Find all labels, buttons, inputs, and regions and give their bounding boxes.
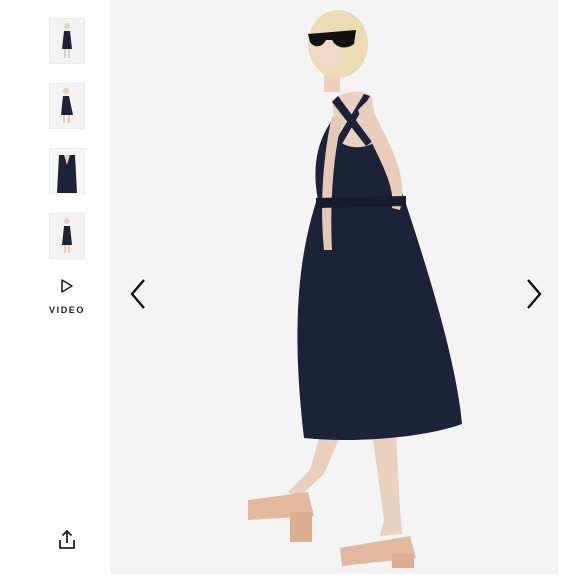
- next-image-button[interactable]: [520, 276, 548, 312]
- thumbnail-1[interactable]: [49, 18, 85, 64]
- chevron-right-icon: [520, 279, 548, 316]
- thumbnail-4[interactable]: [49, 213, 85, 259]
- model-photo: [248, 10, 462, 568]
- thumbnail-2[interactable]: [49, 83, 85, 129]
- play-outline-icon: [60, 278, 74, 299]
- thumbnail-rail: VIDEO: [0, 0, 110, 580]
- chevron-left-icon: [124, 279, 152, 316]
- video-label: VIDEO: [48, 305, 85, 315]
- thumbnail-3[interactable]: [49, 148, 85, 194]
- video-button[interactable]: VIDEO: [44, 276, 90, 320]
- share-icon: [56, 530, 78, 556]
- main-product-image: [110, 0, 558, 574]
- previous-image-button[interactable]: [124, 276, 152, 312]
- share-button[interactable]: [56, 528, 78, 552]
